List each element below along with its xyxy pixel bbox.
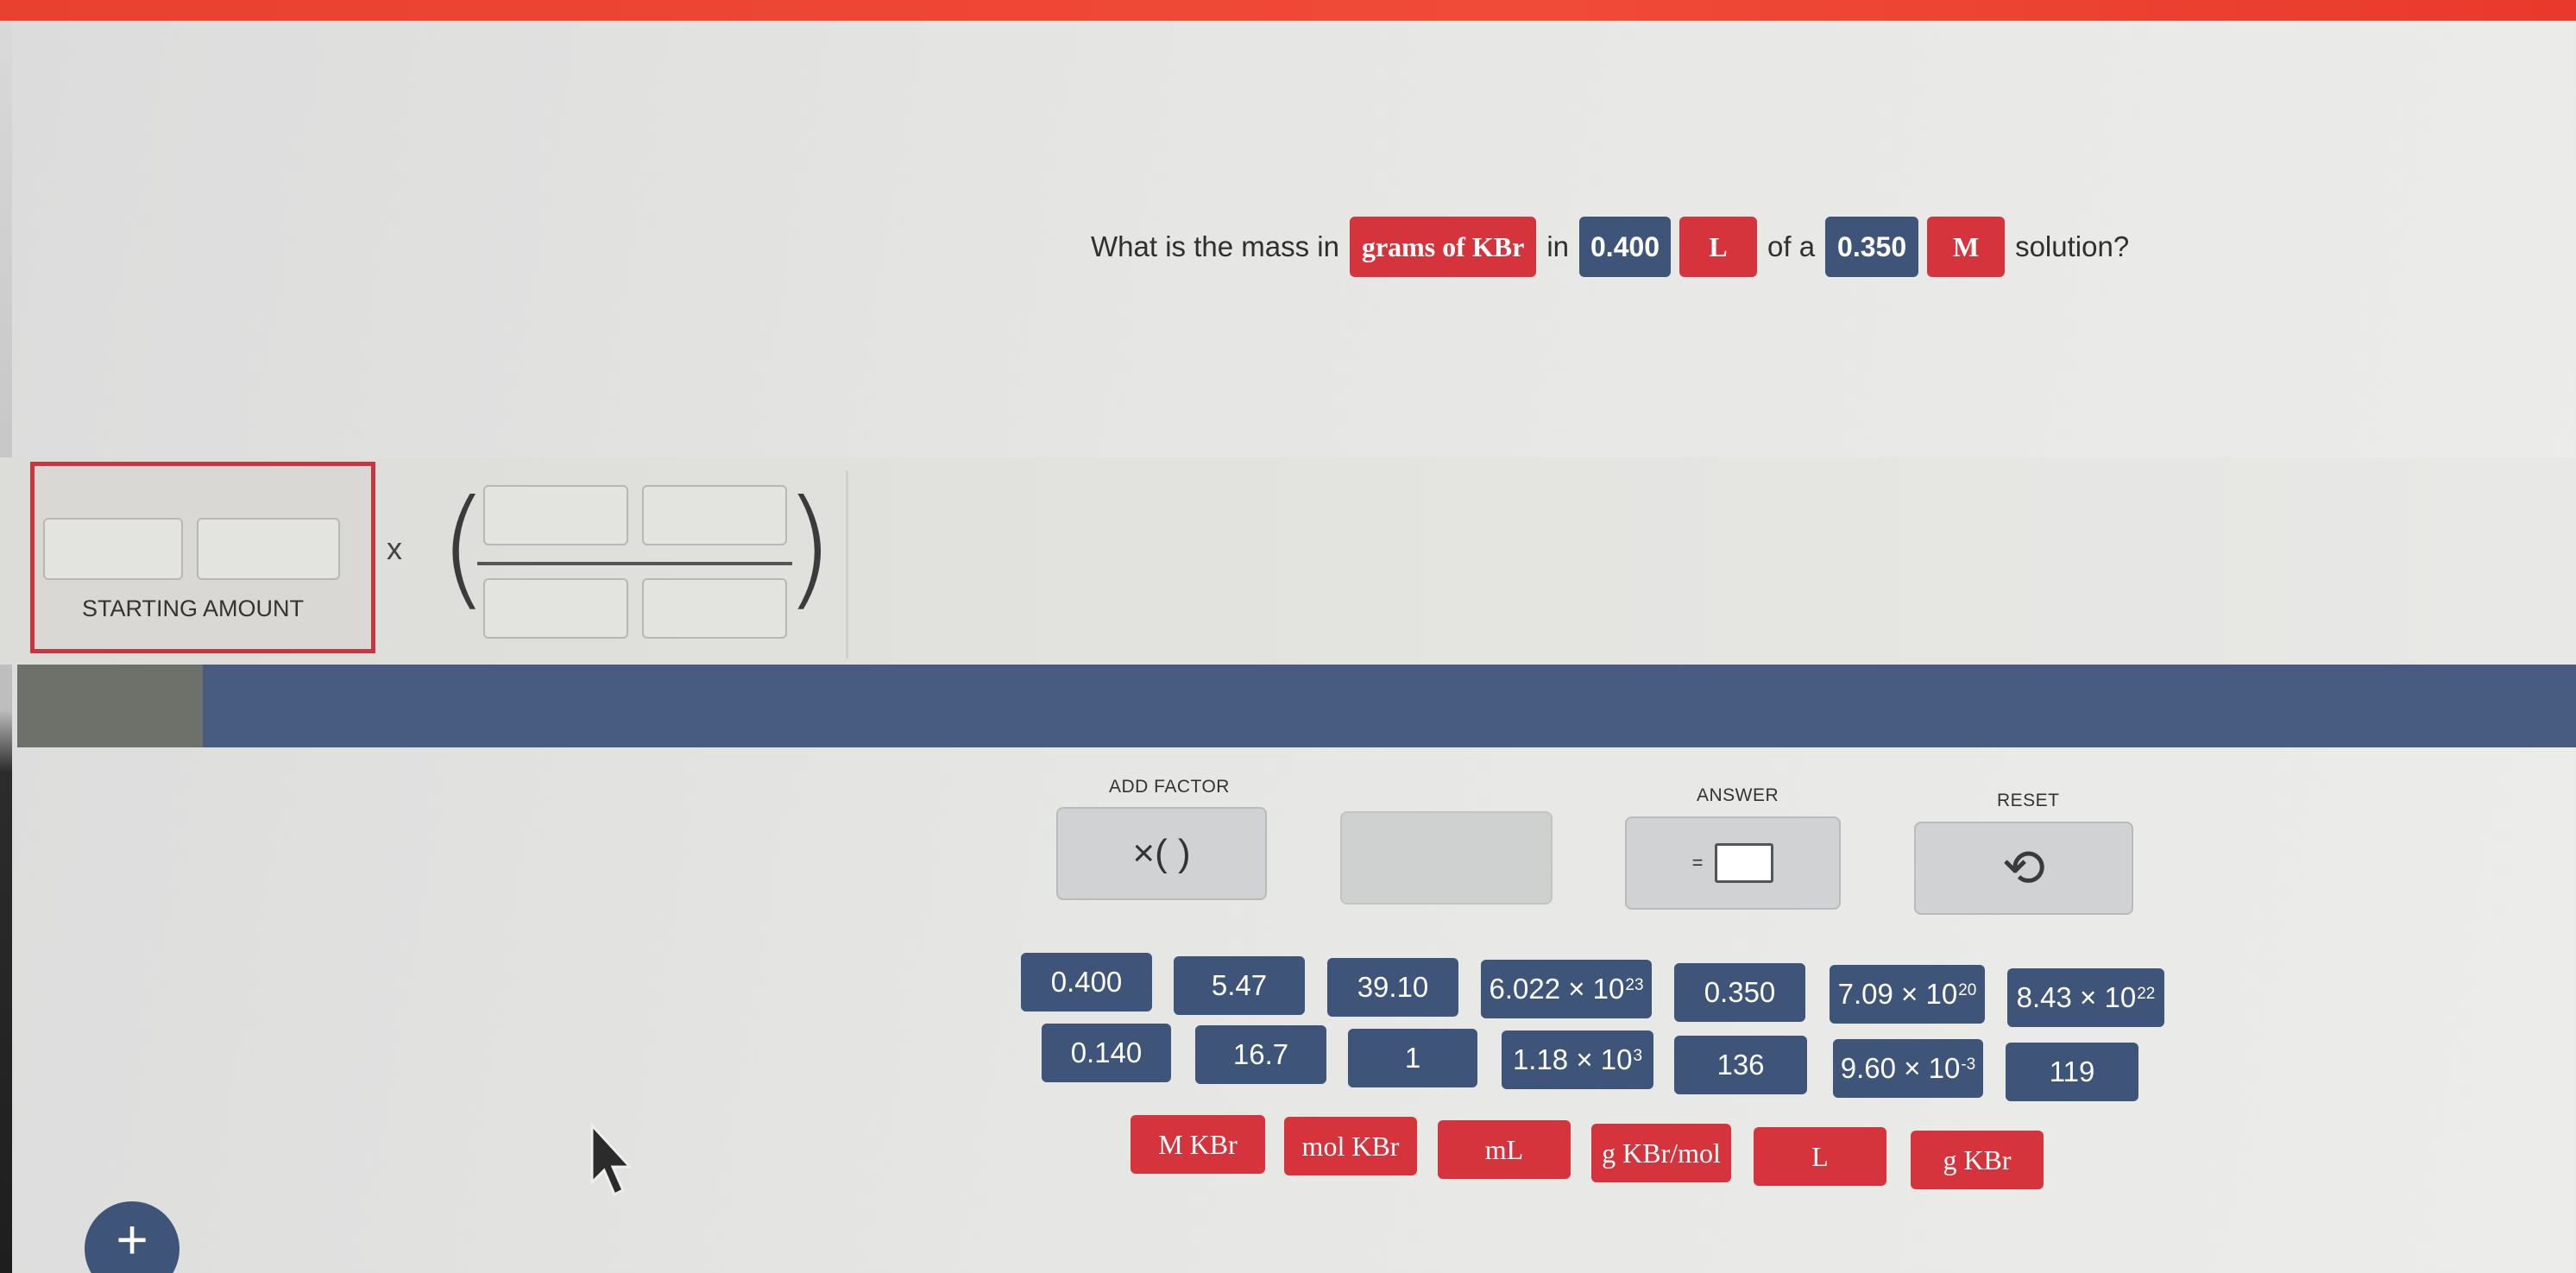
- question-volume-value: 0.400: [1579, 217, 1672, 277]
- unit-tile[interactable]: mL: [1438, 1120, 1571, 1179]
- question-prefix: What is the mass in: [1091, 230, 1339, 262]
- question-of-a-text: of a: [1767, 230, 1816, 262]
- question-target-unit: grams of KBr: [1349, 217, 1537, 277]
- question-molarity-value: 0.350: [1825, 217, 1919, 277]
- factor-denominator-value-slot[interactable]: [483, 578, 628, 639]
- answer-button[interactable]: =: [1625, 816, 1841, 910]
- add-factor-label: ADD FACTOR: [1109, 777, 1230, 797]
- number-tile[interactable]: 1.18 × 10 3: [1502, 1030, 1653, 1089]
- number-tile[interactable]: 0.350: [1674, 963, 1805, 1022]
- number-tile[interactable]: 8.43 × 10 22: [2007, 968, 2164, 1027]
- fraction-bar: [477, 562, 792, 565]
- number-tile[interactable]: 5.47: [1174, 956, 1305, 1015]
- mouse-cursor-icon: [590, 1122, 633, 1197]
- empty-control-slot: [1340, 811, 1553, 904]
- factor-numerator-unit-slot[interactable]: [642, 485, 787, 545]
- unit-tile[interactable]: g KBr: [1911, 1131, 2044, 1189]
- factor-numerator-value-slot[interactable]: [483, 485, 628, 545]
- question-prompt: What is the mass in grams of KBr in 0.40…: [1089, 216, 2131, 278]
- left-parenthesis: (: [438, 473, 489, 623]
- number-tile[interactable]: 136: [1674, 1036, 1807, 1094]
- factor-denominator-unit-slot[interactable]: [642, 578, 787, 639]
- starting-amount-label: STARTING AMOUNT: [82, 596, 305, 621]
- add-factor-glyph: ×( ): [1132, 832, 1191, 874]
- number-tile[interactable]: 0.400: [1021, 953, 1152, 1011]
- toolbar-band-left-segment: [17, 665, 203, 747]
- add-factor-button[interactable]: ×( ): [1056, 807, 1267, 900]
- answer-equals-glyph: =: [1691, 852, 1704, 873]
- right-parenthesis: ): [784, 473, 835, 623]
- number-tile[interactable]: 9.60 × 10 -3: [1833, 1039, 1983, 1098]
- question-volume-unit: L: [1679, 217, 1758, 277]
- question-in-text: in: [1546, 230, 1570, 262]
- toolbar-band: [17, 665, 2576, 747]
- starting-amount-value-slot[interactable]: [43, 518, 183, 580]
- unit-tile[interactable]: g KBr/mol: [1591, 1124, 1731, 1182]
- number-tile[interactable]: 1: [1348, 1029, 1477, 1087]
- reset-undo-icon: ⟲: [2001, 839, 2046, 897]
- number-tile[interactable]: 6.022 × 10 23: [1481, 960, 1652, 1018]
- reset-button[interactable]: ⟲: [1914, 822, 2133, 915]
- multiply-sign: x: [387, 531, 402, 566]
- number-tile[interactable]: 16.7: [1195, 1025, 1326, 1084]
- number-tile[interactable]: 39.10: [1327, 958, 1458, 1017]
- question-suffix: solution?: [2015, 230, 2130, 262]
- unit-tile[interactable]: mol KBr: [1284, 1117, 1417, 1175]
- number-tile[interactable]: 7.09 × 10 20: [1830, 965, 1985, 1024]
- plus-icon: +: [116, 1208, 148, 1270]
- unit-tile[interactable]: M KBr: [1131, 1115, 1265, 1174]
- answer-label: ANSWER: [1697, 785, 1779, 805]
- unit-tile[interactable]: L: [1754, 1127, 1886, 1186]
- starting-amount-unit-slot[interactable]: [197, 518, 340, 580]
- question-molarity-unit: M: [1927, 217, 2006, 277]
- reset-label: RESET: [1997, 791, 2060, 810]
- number-tile[interactable]: 0.140: [1042, 1024, 1171, 1082]
- add-floating-button[interactable]: +: [85, 1201, 180, 1273]
- answer-box-icon: [1715, 843, 1774, 883]
- top-accent-bar: [0, 0, 2576, 21]
- factor-divider: [846, 470, 848, 659]
- number-tile[interactable]: 119: [2006, 1043, 2138, 1101]
